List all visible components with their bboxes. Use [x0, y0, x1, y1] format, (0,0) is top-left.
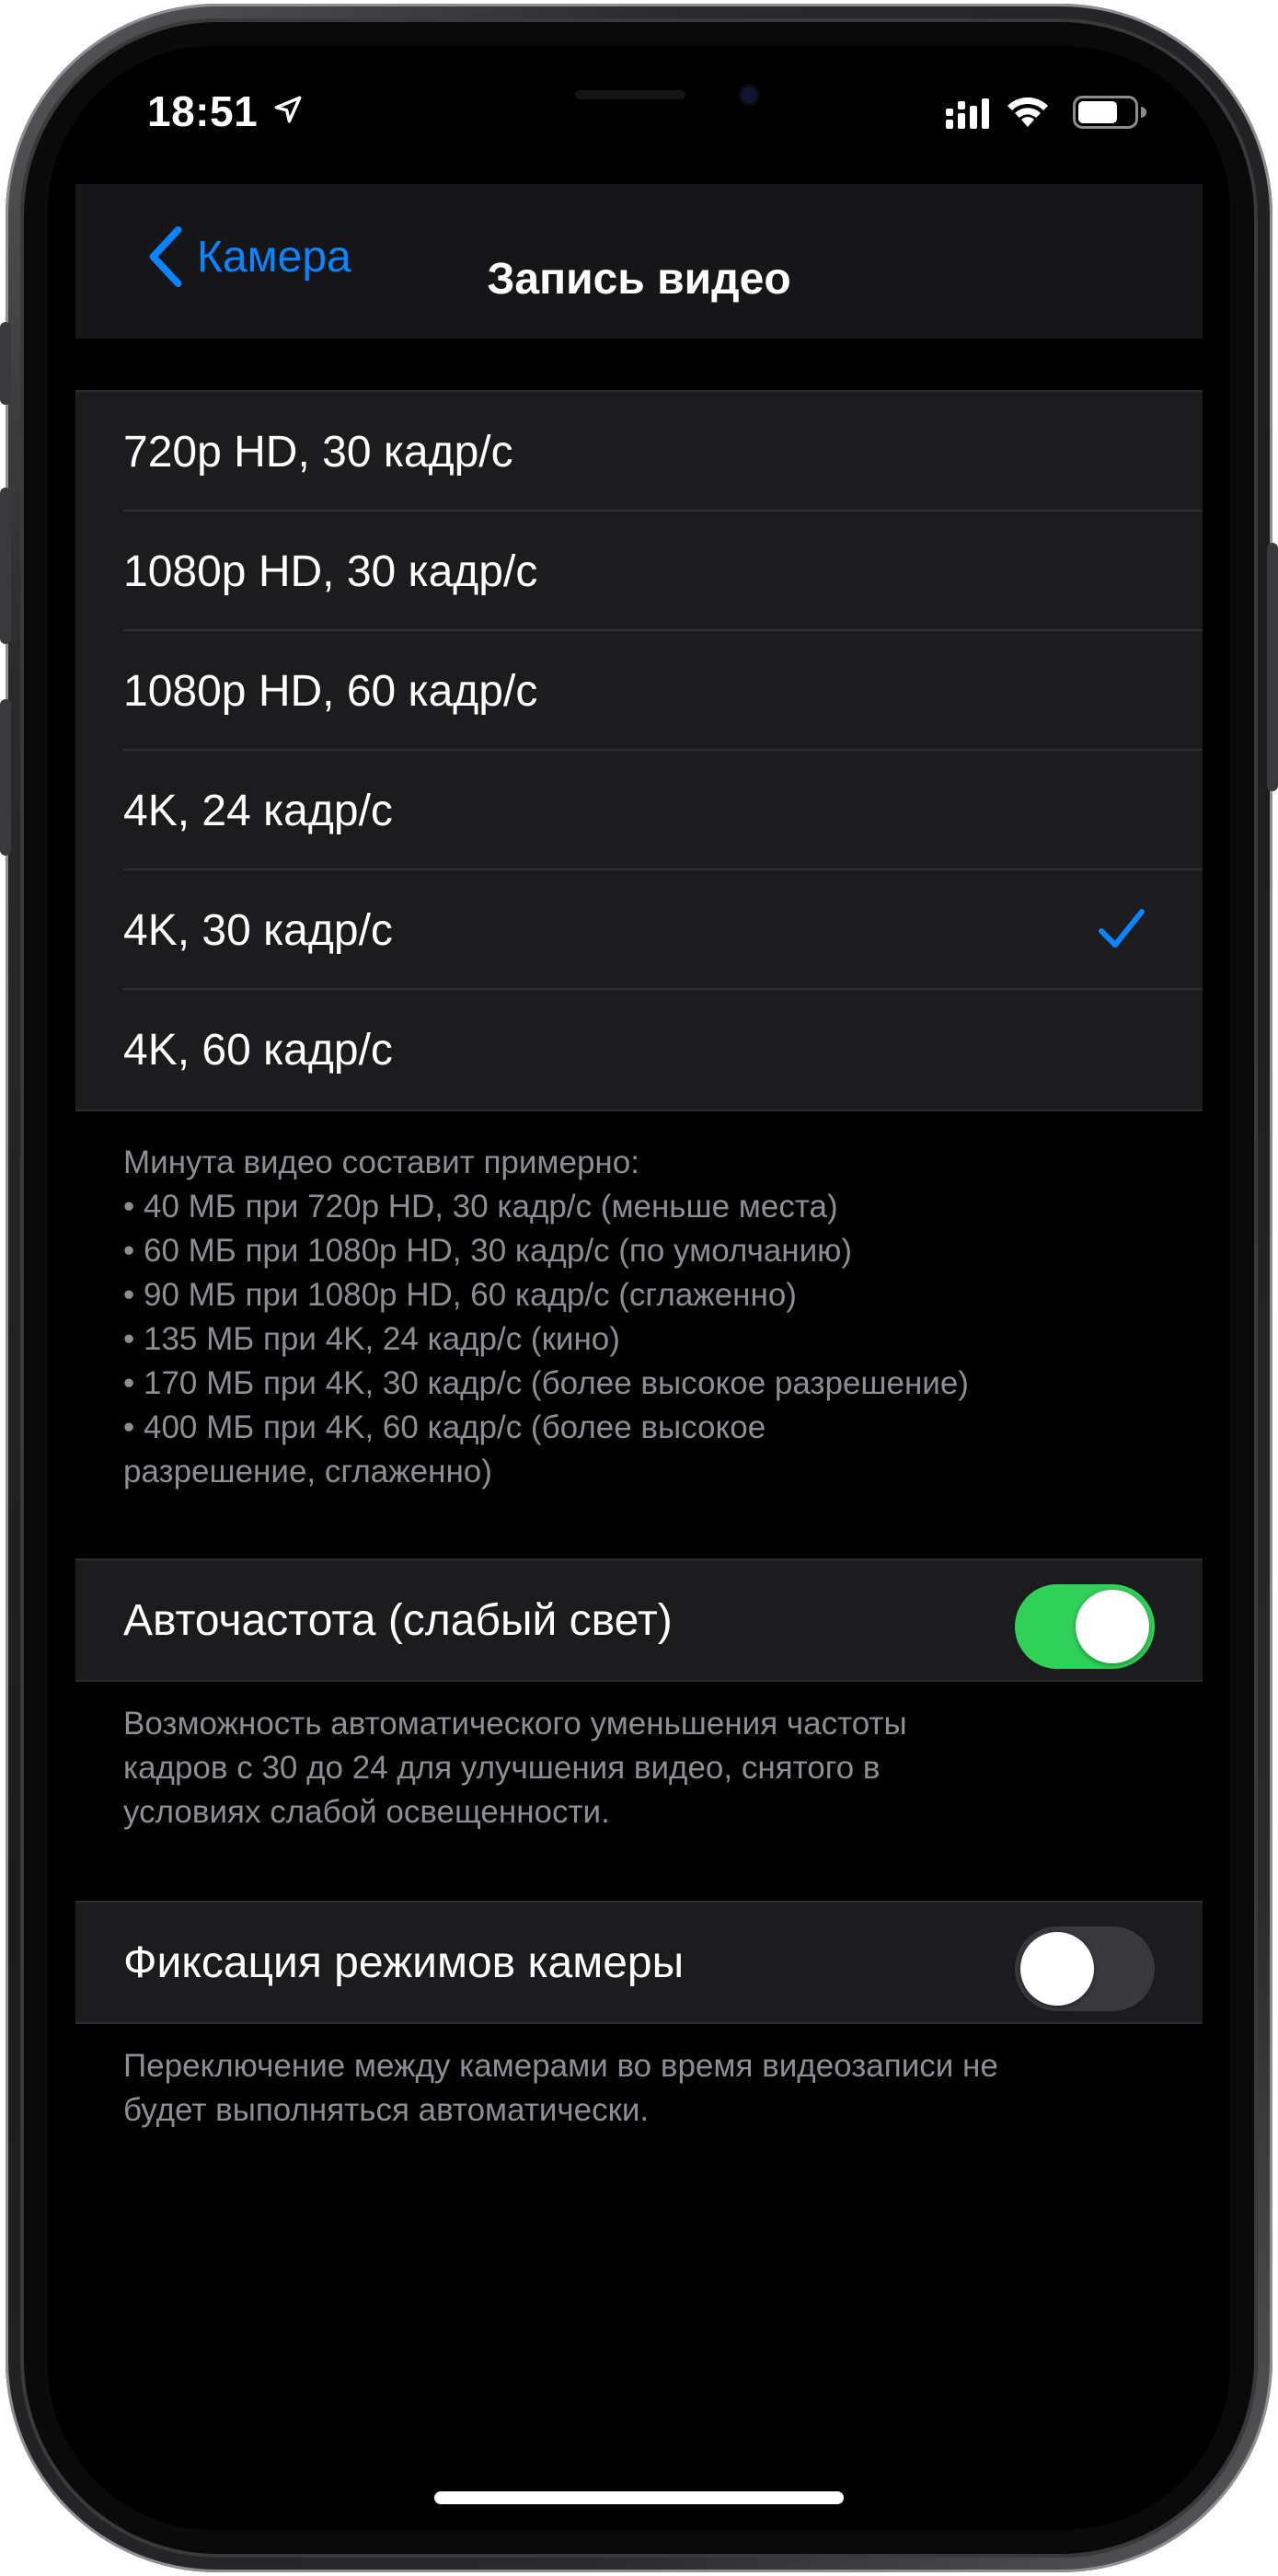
note-line: • 90 МБ при 1080p HD, 60 кадр/с (сглажен…: [123, 1277, 797, 1313]
note-line: разрешение, сглаженно): [123, 1454, 492, 1489]
format-option-4k-30[interactable]: 4K, 30 кадр/с: [75, 870, 1203, 990]
format-option-1080p-60[interactable]: 1080p HD, 60 кадр/с: [75, 631, 1203, 751]
format-option-4k-24[interactable]: 4K, 24 кадр/с: [75, 751, 1203, 870]
home-indicator[interactable]: [434, 2491, 844, 2504]
battery-icon: [1073, 96, 1146, 129]
auto-fps-group: Авточастота (слабый свет): [75, 1558, 1203, 1682]
lock-camera-label: Фиксация режимов камеры: [123, 1938, 685, 1987]
note-line: Минута видео составит примерно:: [123, 1144, 639, 1180]
silent-switch: [0, 322, 11, 405]
lock-camera-row: Фиксация режимов камеры: [75, 1903, 1203, 2022]
toggle-knob: [1076, 1590, 1149, 1663]
format-option-label: 1080p HD, 60 кадр/с: [123, 666, 538, 716]
notch: [354, 46, 925, 149]
format-size-note: Минута видео составит примерно: • 40 МБ …: [123, 1141, 1181, 1494]
front-camera: [741, 86, 757, 103]
auto-fps-note: Возможность автоматического уменьшения ч…: [123, 1702, 1181, 1834]
note-line: Возможность автоматического уменьшения ч…: [123, 1706, 907, 1742]
lock-camera-toggle[interactable]: [1015, 1926, 1155, 2011]
volume-down-button: [0, 699, 11, 856]
volume-up-button: [0, 488, 11, 644]
note-line: Переключение между камерами во время вид…: [123, 2048, 998, 2084]
note-line: • 60 МБ при 1080p HD, 30 кадр/с (по умол…: [123, 1233, 853, 1269]
note-line: • 170 МБ при 4K, 30 кадр/с (более высоко…: [123, 1365, 969, 1401]
earpiece-speaker: [575, 90, 685, 99]
screen: 18:51 Камера Запись видео 720p HD, 30 ка: [48, 46, 1230, 2530]
format-option-4k-60[interactable]: 4K, 60 кадр/с: [75, 990, 1203, 1110]
format-option-label: 4K, 60 кадр/с: [123, 1025, 393, 1075]
format-option-label: 4K, 30 кадр/с: [123, 905, 393, 955]
location-arrow-icon: [274, 96, 302, 123]
auto-fps-label: Авточастота (слабый свет): [123, 1595, 673, 1645]
auto-fps-row: Авточастота (слабый свет): [75, 1560, 1203, 1680]
power-button: [1267, 543, 1278, 791]
navigation-bar: Камера Запись видео: [75, 184, 1203, 339]
wifi-icon: [1007, 97, 1048, 127]
lock-camera-group: Фиксация режимов камеры: [75, 1901, 1203, 2024]
format-option-720p-30[interactable]: 720p HD, 30 кадр/с: [75, 392, 1203, 512]
lock-camera-note: Переключение между камерами во время вид…: [123, 2044, 1181, 2133]
page-title: Запись видео: [487, 255, 791, 304]
checkmark-icon: [1099, 909, 1145, 948]
cellular-signal-icon: [946, 98, 989, 129]
note-line: будет выполняться автоматически.: [123, 2092, 650, 2128]
format-option-1080p-30[interactable]: 1080p HD, 30 кадр/с: [75, 512, 1203, 631]
toggle-knob: [1020, 1932, 1094, 2006]
note-line: кадров с 30 до 24 для улучшения видео, с…: [123, 1750, 881, 1786]
note-line: условиях слабой освещенности.: [123, 1794, 610, 1830]
format-option-label: 720p HD, 30 кадр/с: [123, 427, 513, 477]
note-line: • 40 МБ при 720p HD, 30 кадр/с (меньше м…: [123, 1189, 838, 1225]
video-format-list: 720p HD, 30 кадр/с 1080p HD, 30 кадр/с 1…: [75, 390, 1203, 1111]
format-option-label: 1080p HD, 30 кадр/с: [123, 546, 538, 596]
note-line: • 400 МБ при 4K, 60 кадр/с (более высоко…: [123, 1409, 766, 1445]
status-time: 18:51: [147, 87, 259, 135]
note-line: • 135 МБ при 4K, 24 кадр/с (кино): [123, 1321, 620, 1357]
auto-fps-toggle[interactable]: [1015, 1584, 1155, 1669]
format-option-label: 4K, 24 кадр/с: [123, 786, 393, 835]
